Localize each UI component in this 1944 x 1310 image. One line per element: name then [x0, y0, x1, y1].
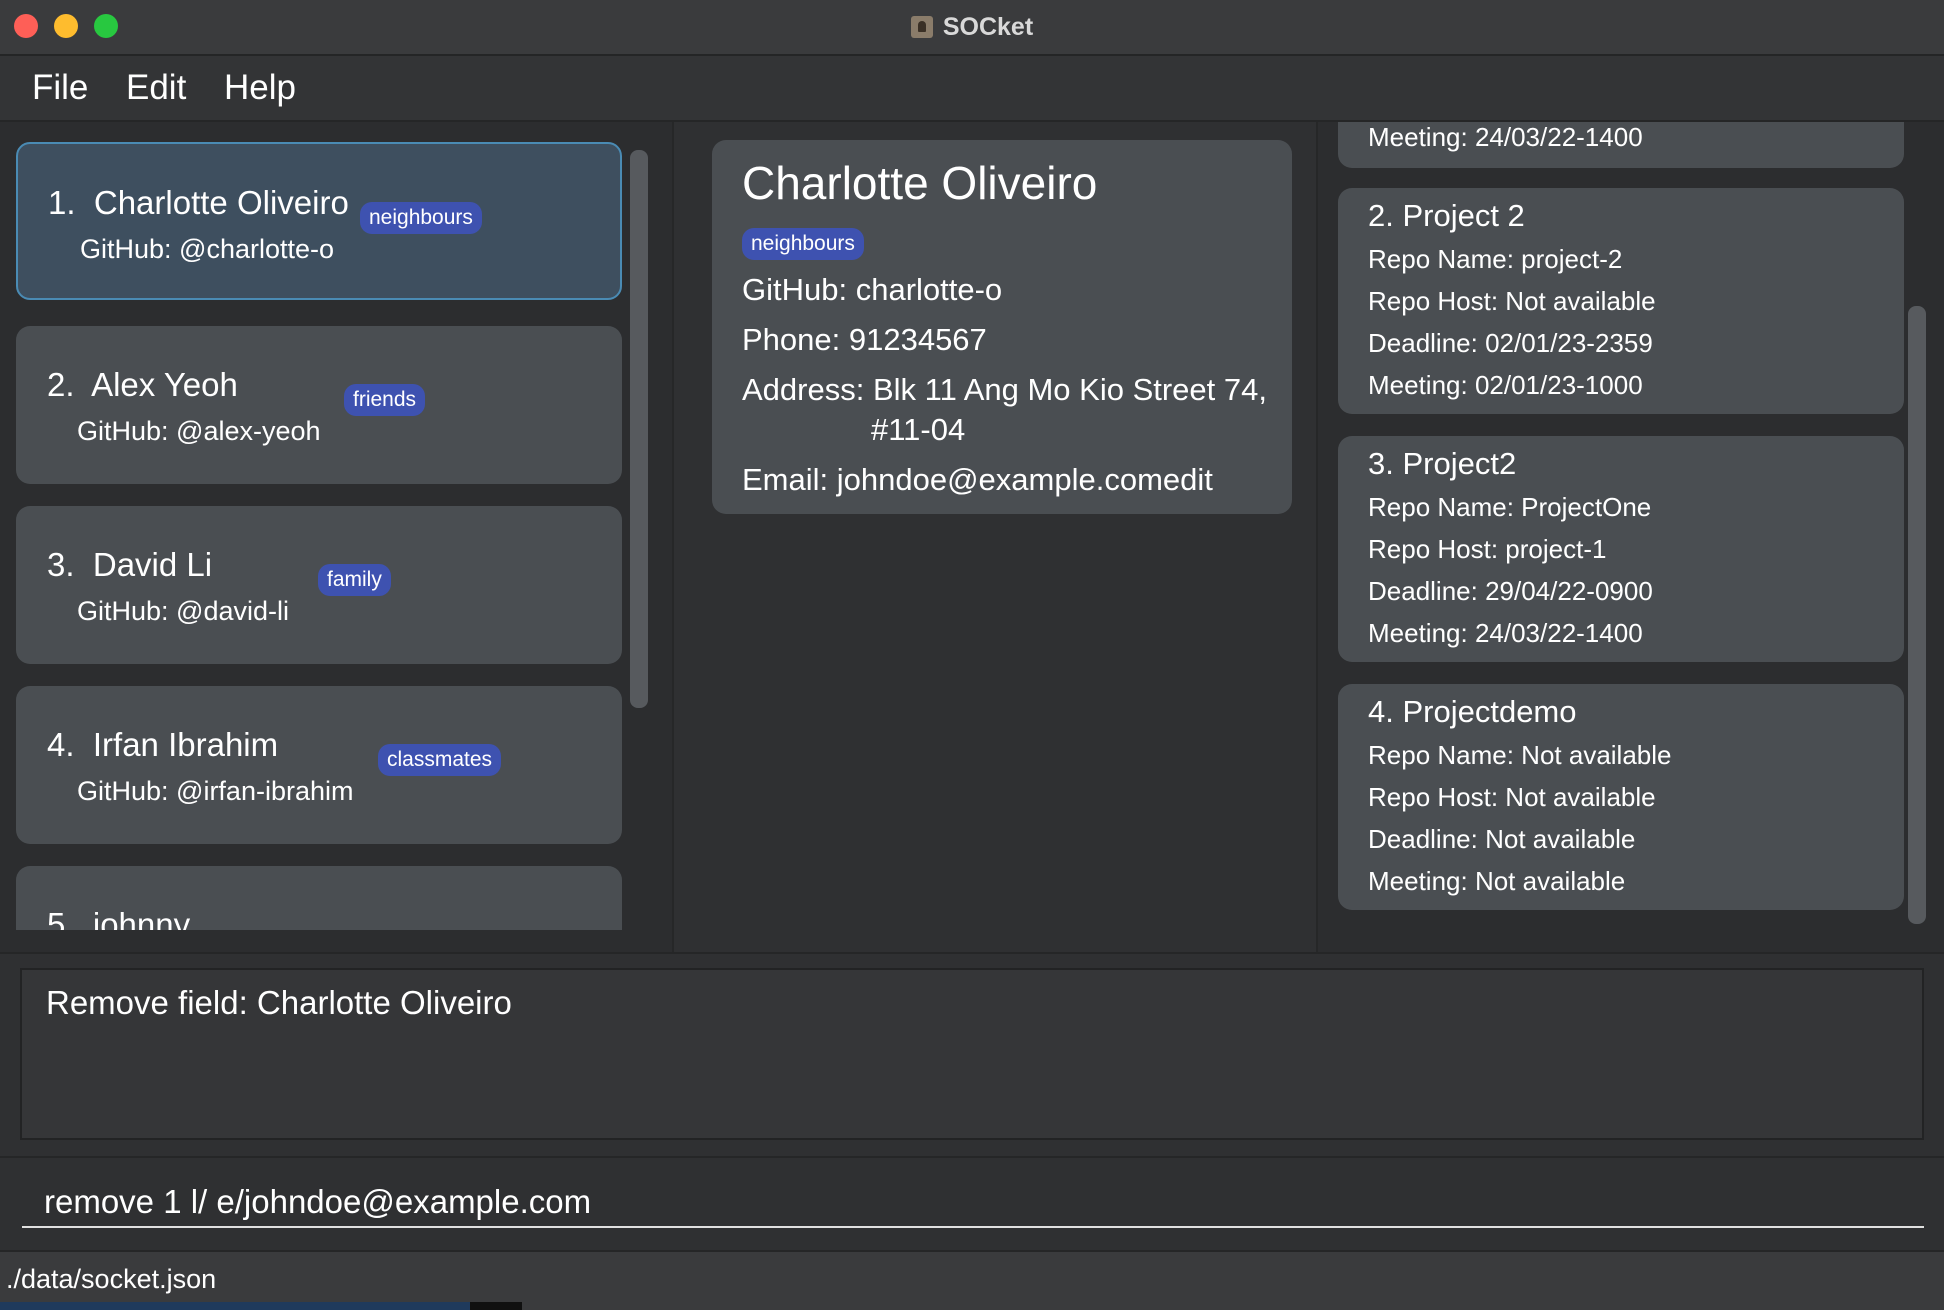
result-display: Remove field: Charlotte Oliveiro — [20, 968, 1924, 1140]
title-bar: SOCket — [0, 0, 1944, 56]
person-detail-panel: Charlotte Oliveiro neighbours GitHub: ch… — [674, 122, 1314, 952]
project-list-scrollbar[interactable] — [1908, 306, 1926, 924]
person-name: 1. Charlotte Oliveiro — [48, 184, 349, 221]
person-name: 3. David Li — [47, 546, 213, 583]
background-strip — [0, 1302, 470, 1310]
person-list[interactable]: 1. Charlotte Oliveiro GitHub: @charlotte… — [0, 122, 640, 930]
project-repo-host: Repo Host: Not available — [1368, 782, 1656, 812]
project-repo-host: Repo Host: project-1 — [1368, 534, 1607, 564]
person-github: GitHub: @irfan-ibrahim — [77, 776, 354, 806]
detail-address: Address: Blk 11 Ang Mo Kio Street 74, — [742, 372, 1267, 407]
project-card[interactable]: 4. Projectdemo Repo Name: Not available … — [1338, 684, 1904, 910]
project-card[interactable]: 3. Project2 Repo Name: ProjectOne Repo H… — [1338, 436, 1904, 662]
detail-name: Charlotte Oliveiro — [742, 157, 1098, 209]
project-deadline: Deadline: 29/04/22-0900 — [1368, 576, 1653, 606]
detail-github: GitHub: charlotte-o — [742, 272, 1003, 307]
detail-phone: Phone: 91234567 — [742, 322, 987, 357]
project-title: 4. Projectdemo — [1368, 694, 1577, 729]
project-meeting: Meeting: 24/03/22-1400 — [1368, 618, 1643, 648]
detail-address-line2: #11-04 — [871, 412, 966, 447]
detail-email: Email: johndoe@example.comedit — [742, 462, 1213, 497]
menu-edit[interactable]: Edit — [126, 68, 186, 108]
window-title-text: SOCket — [942, 12, 1034, 41]
detail-tag: neighbours — [742, 228, 864, 260]
person-tag: family — [318, 564, 391, 596]
save-location: ./data/socket.json — [6, 1264, 217, 1294]
menu-file[interactable]: File — [32, 68, 88, 108]
person-card[interactable]: 5. johnny — [16, 866, 622, 930]
project-meeting: Meeting: 24/03/22-1400 — [1368, 122, 1643, 152]
person-github: GitHub: @alex-yeoh — [77, 416, 321, 446]
person-name: 2. Alex Yeoh — [47, 366, 238, 403]
person-card[interactable]: 4. Irfan Ibrahim GitHub: @irfan-ibrahim … — [16, 686, 622, 844]
project-repo-name: Repo Name: Not available — [1368, 740, 1672, 770]
person-name: 5. johnny — [47, 906, 191, 930]
menu-help[interactable]: Help — [224, 68, 296, 108]
window-title: SOCket — [0, 0, 1944, 54]
project-deadline: Deadline: 02/01/23-2359 — [1368, 328, 1653, 358]
background-strip — [470, 1302, 522, 1310]
project-card[interactable]: Meeting: 24/03/22-1400 — [1338, 122, 1904, 168]
person-name: 4. Irfan Ibrahim — [47, 726, 279, 763]
project-repo-name: Repo Name: project-2 — [1368, 244, 1623, 274]
command-input[interactable] — [22, 1178, 1924, 1228]
command-box-area — [0, 1156, 1944, 1252]
project-meeting: Meeting: Not available — [1368, 866, 1626, 896]
status-bar: ./data/socket.json — [0, 1250, 1944, 1310]
person-detail-card: Charlotte Oliveiro neighbours GitHub: ch… — [712, 140, 1292, 514]
person-tag: friends — [344, 384, 426, 416]
project-deadline: Deadline: Not available — [1368, 824, 1636, 854]
person-card[interactable]: 2. Alex Yeoh GitHub: @alex-yeoh friends — [16, 326, 622, 484]
project-list-panel[interactable]: Meeting: 24/03/22-1400 2. Project 2 Repo… — [1316, 122, 1944, 952]
person-tag: neighbours — [360, 202, 482, 234]
person-card[interactable]: 3. David Li GitHub: @david-li family — [16, 506, 622, 664]
project-repo-name: Repo Name: ProjectOne — [1368, 492, 1652, 522]
person-github: GitHub: @david-li — [77, 596, 289, 626]
project-title: 2. Project 2 — [1368, 198, 1525, 233]
menu-bar: File Edit Help — [0, 56, 1944, 122]
person-list-scrollbar[interactable] — [630, 150, 648, 708]
person-tag: classmates — [378, 744, 502, 776]
project-repo-host: Repo Host: Not available — [1368, 286, 1656, 316]
person-list-panel: 1. Charlotte Oliveiro GitHub: @charlotte… — [0, 122, 674, 952]
app-icon — [910, 16, 933, 38]
person-github: GitHub: @charlotte-o — [80, 234, 335, 264]
result-text: Remove field: Charlotte Oliveiro — [46, 984, 512, 1021]
project-title: 3. Project2 — [1368, 446, 1517, 481]
project-meeting: Meeting: 02/01/23-1000 — [1368, 370, 1643, 400]
person-card[interactable]: 1. Charlotte Oliveiro GitHub: @charlotte… — [16, 142, 622, 300]
result-display-area: Remove field: Charlotte Oliveiro — [0, 952, 1944, 1158]
project-card[interactable]: 2. Project 2 Repo Name: project-2 Repo H… — [1338, 188, 1904, 414]
